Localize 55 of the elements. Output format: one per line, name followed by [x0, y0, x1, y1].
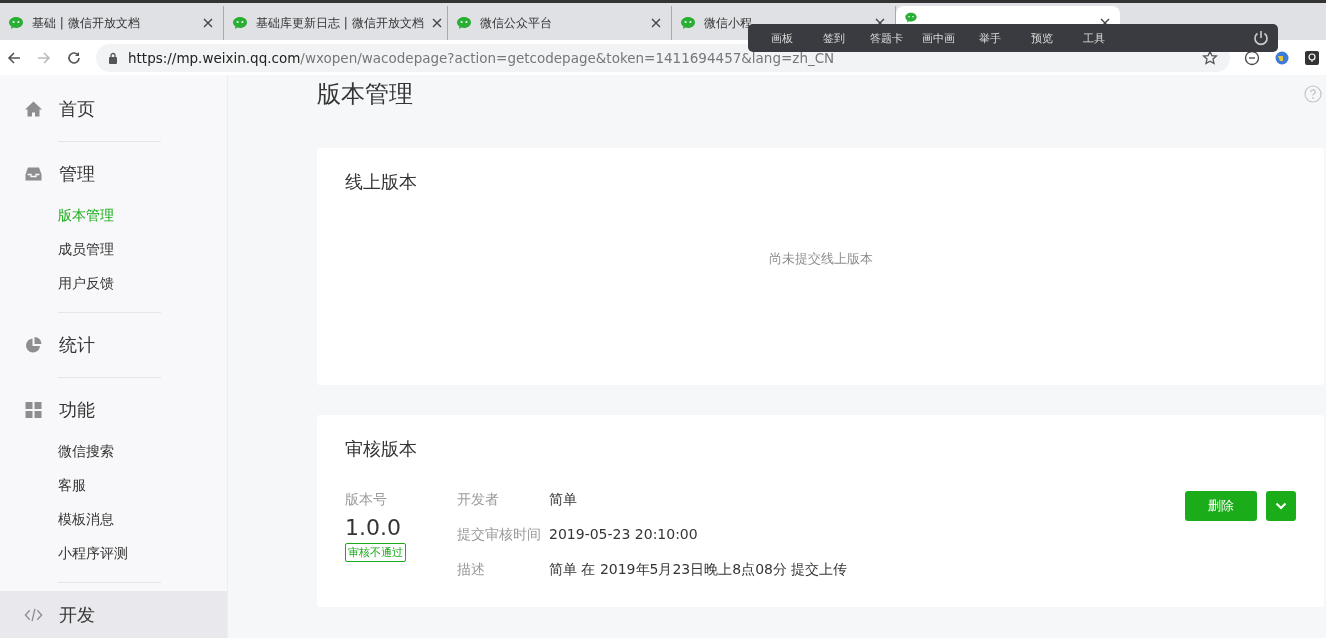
star-icon[interactable]	[1202, 49, 1218, 66]
close-icon[interactable]	[201, 16, 215, 30]
empty-message: 尚未提交线上版本	[768, 249, 873, 268]
version-number: 1.0.0	[345, 515, 401, 540]
extension-icon[interactable]	[1244, 49, 1260, 66]
sidebar-group[interactable]: 功能	[0, 386, 227, 434]
dropdown-button[interactable]	[1266, 491, 1296, 521]
detail-value: 简单 在 2019年5月23日晚上8点08分 提交上传	[549, 561, 848, 579]
sidebar-group[interactable]: 首页	[0, 85, 227, 133]
detail-value: 2019-05-23 20:10:00	[549, 526, 699, 544]
home-icon	[24, 100, 43, 118]
close-icon[interactable]	[431, 16, 442, 30]
toolbar-item[interactable]: 举手	[964, 30, 1016, 46]
tab-title: 微信小程	[704, 14, 753, 32]
detail-label: 提交审核时间	[457, 526, 542, 544]
pie-chart-icon	[24, 336, 43, 354]
tray-icon	[24, 165, 43, 183]
lock-icon	[108, 51, 118, 64]
sidebar-group[interactable]: 开发	[0, 591, 227, 638]
code-icon	[24, 606, 43, 624]
tab-title: 基础库更新日志 | 微信开放文档	[256, 14, 424, 32]
sidebar-item[interactable]: 模板消息	[0, 502, 227, 536]
close-icon[interactable]	[649, 16, 663, 30]
sidebar-group[interactable]: 统计	[0, 321, 227, 369]
chat-bubble-icon	[456, 15, 472, 31]
chat-bubble-icon	[904, 11, 918, 24]
detail-value: 简单	[549, 491, 578, 509]
sidebar-item[interactable]: 小程序评测	[0, 536, 227, 570]
toolbar-item[interactable]: 工具	[1068, 30, 1120, 46]
globe-icon[interactable]	[1274, 49, 1290, 66]
chat-bubble-icon	[232, 15, 248, 31]
power-icon[interactable]	[1252, 29, 1270, 47]
sidebar-item[interactable]: 客服	[0, 468, 227, 502]
toolbar-item[interactable]: 画中画	[912, 30, 964, 46]
sidebar-item[interactable]: 成员管理	[0, 232, 227, 266]
version-label: 版本号	[345, 491, 387, 509]
card-title: 线上版本	[345, 170, 418, 194]
back-icon[interactable]	[6, 49, 22, 66]
page-title: 版本管理	[317, 79, 413, 110]
toolbar-item[interactable]: 预览	[1016, 30, 1068, 46]
detail-label: 开发者	[457, 491, 500, 509]
grid-icon	[24, 401, 43, 419]
chat-bubble-icon	[8, 15, 24, 31]
sidebar-item[interactable]: 微信搜索	[0, 434, 227, 468]
chevron-down-icon	[1275, 502, 1287, 510]
bulb-icon[interactable]	[1304, 49, 1320, 66]
reload-icon[interactable]	[66, 49, 82, 66]
card-title: 审核版本	[345, 437, 418, 461]
status-tag: 审核不通过	[345, 543, 406, 562]
sidebar-item[interactable]: 用户反馈	[0, 266, 227, 300]
sidebar-group[interactable]: 管理	[0, 150, 227, 198]
tab-title: 基础 | 微信开放文档	[32, 14, 141, 32]
tab-title: 微信公众平台	[480, 14, 553, 32]
chat-bubble-icon	[680, 15, 696, 31]
detail-label: 描述	[457, 561, 486, 579]
